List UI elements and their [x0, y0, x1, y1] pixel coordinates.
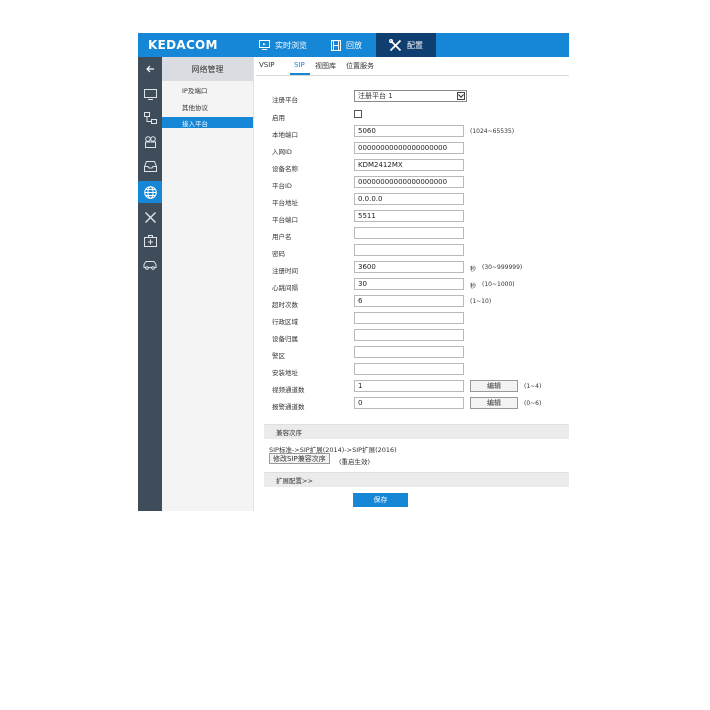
- platform-address-label: 平台地址: [272, 199, 298, 207]
- platform-select-value: 注册平台 1: [358, 92, 393, 100]
- local-port-label: 本地端口: [272, 131, 298, 139]
- timeout-hint: (1~10): [470, 298, 492, 305]
- modify-compat-order-button[interactable]: 修改SIP兼容次序: [269, 453, 330, 464]
- alarm-channels-input[interactable]: 0: [354, 397, 464, 409]
- device-owner-input[interactable]: [354, 329, 464, 341]
- admin-area-label: 行政区域: [272, 318, 298, 326]
- local-port-input[interactable]: 5060: [354, 125, 464, 137]
- save-button[interactable]: 保存: [353, 493, 408, 507]
- tab-location-service[interactable]: 位置服务: [346, 61, 374, 71]
- timeout-label: 超时次数: [272, 301, 298, 309]
- tab-sip[interactable]: SIP: [294, 61, 305, 69]
- platform-address-input[interactable]: 0.0.0.0: [354, 193, 464, 205]
- platform-select[interactable]: 注册平台 1: [354, 90, 467, 102]
- tab-view-library[interactable]: 视图库: [315, 61, 336, 71]
- alarm-channels-edit-button[interactable]: 编辑: [470, 397, 518, 409]
- password-label: 密码: [272, 250, 285, 258]
- medkit-icon[interactable]: [138, 231, 162, 251]
- app-window: KEDACOM 实时浏览 回放 配置 网络管理 IP及端口 其他协议 接入平台 …: [138, 33, 569, 511]
- video-channels-input[interactable]: 1: [354, 380, 464, 392]
- platform-port-label: 平台端口: [272, 216, 298, 224]
- back-arrow-icon[interactable]: [138, 59, 162, 79]
- heartbeat-unit: 秒: [470, 283, 477, 290]
- nav-tab-playback-label: 回放: [346, 40, 362, 50]
- install-address-label: 安装地址: [272, 369, 298, 377]
- district-label: 警区: [272, 352, 285, 360]
- heartbeat-label: 心跳间隔: [272, 284, 298, 292]
- expire-label: 注册时间: [272, 267, 298, 275]
- vehicle-icon[interactable]: [138, 255, 162, 275]
- monitor-icon: [259, 40, 270, 50]
- access-id-label: 入网ID: [272, 148, 292, 156]
- video-channels-label: 视频通道数: [272, 386, 305, 394]
- side-menu-item-platform-access[interactable]: 接入平台: [162, 117, 253, 128]
- side-menu-item-other-protocols[interactable]: 其他协议: [182, 102, 208, 112]
- monitor-icon[interactable]: [138, 84, 162, 104]
- compat-restart-note: (重启生效): [339, 458, 371, 466]
- district-input[interactable]: [354, 346, 464, 358]
- brand-logo: KEDACOM: [148, 38, 218, 52]
- tools-icon[interactable]: [138, 207, 162, 227]
- local-port-hint: (1024~65535): [470, 128, 515, 135]
- password-input[interactable]: [354, 244, 464, 256]
- network-icon[interactable]: [138, 108, 162, 128]
- video-channels-hint: (1~4): [524, 383, 542, 390]
- tab-vsip[interactable]: VSIP: [259, 61, 275, 69]
- nav-tab-config[interactable]: 配置: [376, 33, 436, 57]
- top-bar: KEDACOM 实时浏览 回放 配置: [138, 33, 569, 57]
- storage-icon[interactable]: [138, 156, 162, 176]
- extended-config-toggle[interactable]: 扩展配置>>: [264, 472, 569, 487]
- username-input[interactable]: [354, 227, 464, 239]
- chevron-down-icon: [457, 92, 465, 100]
- expire-hint: (30~999999): [482, 264, 523, 271]
- nav-tab-live-label: 实时浏览: [275, 40, 307, 50]
- timeout-input[interactable]: 6: [354, 295, 464, 307]
- alarm-channels-hint: (0~6): [524, 400, 542, 407]
- heartbeat-hint: (10~1000): [482, 281, 515, 288]
- nav-tab-config-label: 配置: [407, 40, 423, 50]
- compat-section-header: 兼容次序: [264, 424, 569, 439]
- heartbeat-input[interactable]: 30: [354, 278, 464, 290]
- side-menu: 网络管理 IP及端口 其他协议 接入平台: [162, 57, 254, 511]
- device-owner-label: 设备归属: [272, 335, 298, 343]
- access-id-input[interactable]: 00000000000000000000: [354, 142, 464, 154]
- icon-rail: [138, 57, 162, 511]
- admin-area-input[interactable]: [354, 312, 464, 324]
- alarm-channels-label: 报警通道数: [272, 403, 305, 411]
- install-address-input[interactable]: [354, 363, 464, 375]
- film-icon: [331, 39, 341, 51]
- side-menu-header: 网络管理: [162, 57, 253, 81]
- tools-icon: [389, 38, 402, 51]
- nav-tab-live[interactable]: 实时浏览: [259, 33, 325, 57]
- nav-tab-playback[interactable]: 回放: [331, 33, 376, 57]
- main-content: VSIP SIP 视图库 位置服务 注册平台 注册平台 1 启用 本地端口 50…: [256, 57, 569, 511]
- expire-unit: 秒: [470, 266, 477, 273]
- video-channels-edit-button[interactable]: 编辑: [470, 380, 518, 392]
- globe-icon[interactable]: [138, 181, 162, 203]
- enable-checkbox[interactable]: [354, 110, 362, 118]
- side-menu-item-ip-port[interactable]: IP及端口: [182, 85, 207, 95]
- device-name-input[interactable]: KDM2412MX: [354, 159, 464, 171]
- expire-input[interactable]: 3600: [354, 261, 464, 273]
- platform-label: 注册平台: [272, 96, 298, 104]
- username-label: 用户名: [272, 233, 292, 241]
- enable-label: 启用: [272, 114, 285, 122]
- device-name-label: 设备名称: [272, 165, 298, 173]
- active-tab-indicator: [290, 73, 310, 75]
- platform-id-input[interactable]: 00000000000000000000: [354, 176, 464, 188]
- sub-tab-bar: VSIP SIP 视图库 位置服务: [256, 57, 569, 76]
- platform-port-input[interactable]: 5511: [354, 210, 464, 222]
- platform-id-label: 平台ID: [272, 182, 292, 190]
- camera-icon[interactable]: [138, 132, 162, 152]
